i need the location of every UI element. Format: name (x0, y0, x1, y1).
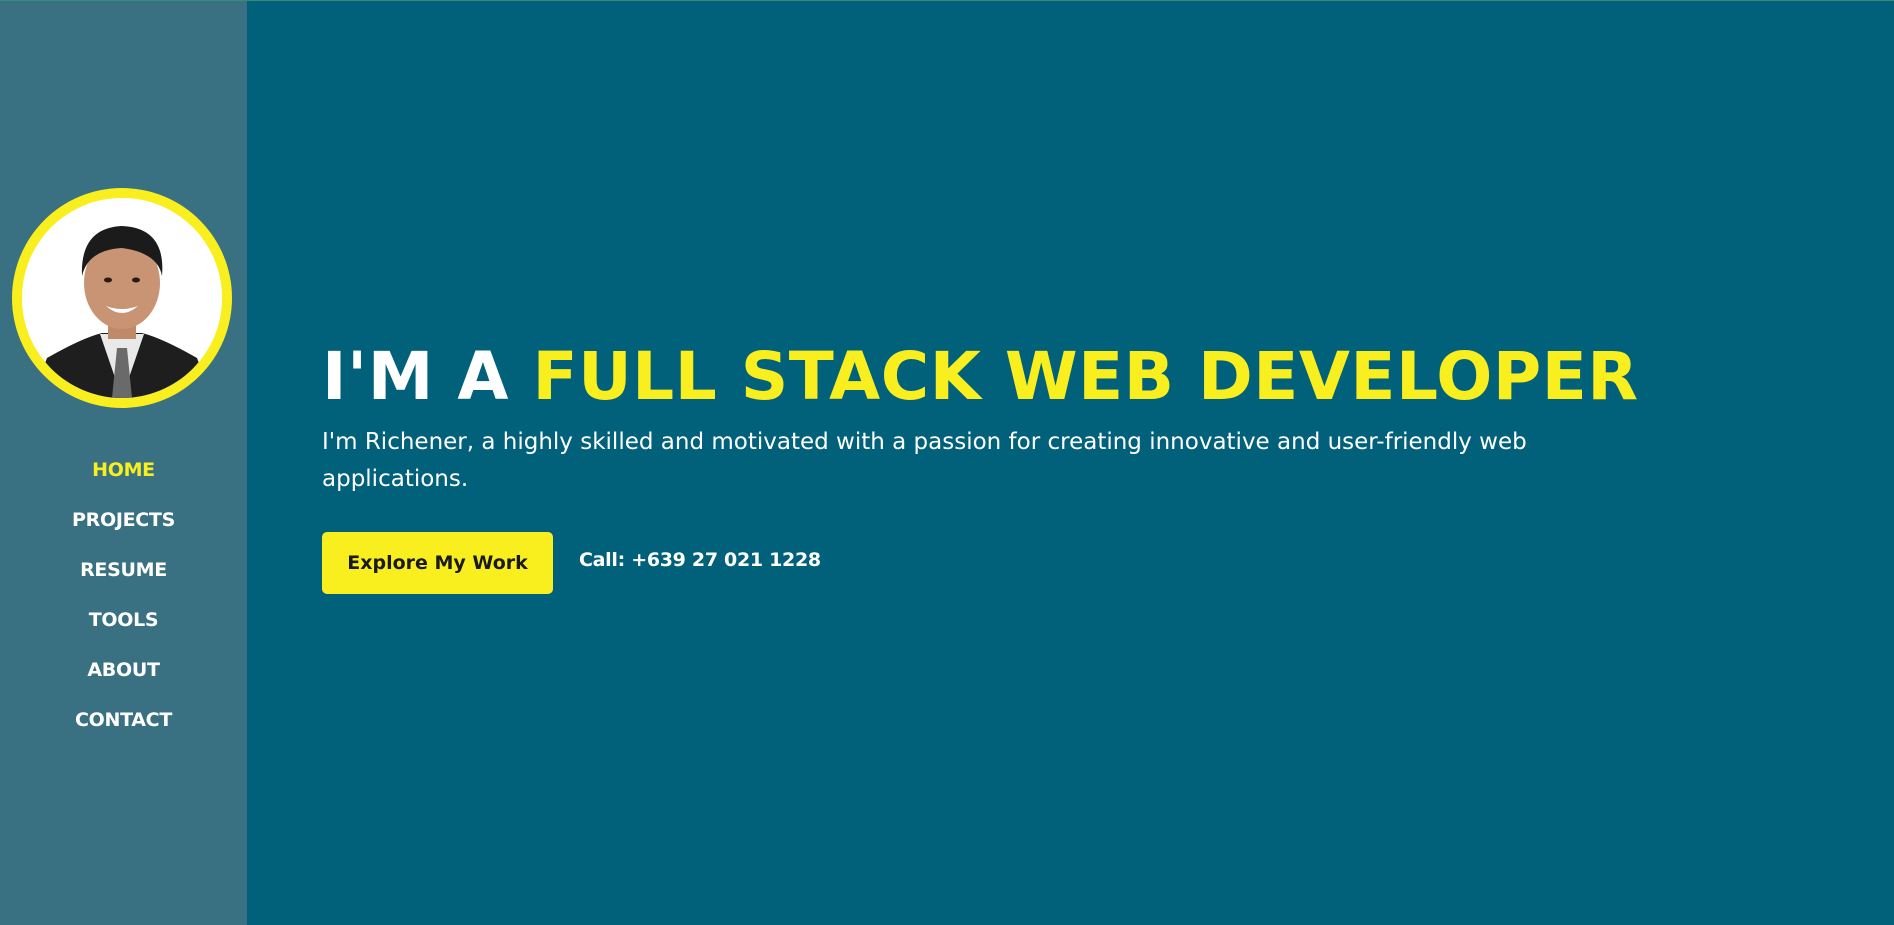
hero-section: I'M A FULL STACK WEB DEVELOPER I'm Riche… (322, 336, 1638, 594)
profile-photo-icon (22, 198, 222, 398)
nav-link-home[interactable]: HOME (92, 459, 155, 481)
headline-prefix: I'M A (322, 338, 533, 415)
nav-item-contact: CONTACT (0, 704, 247, 754)
sidebar: HOME PROJECTS RESUME TOOLS ABOUT CONTACT (0, 1, 247, 925)
avatar-ring (12, 188, 232, 408)
nav-link-projects[interactable]: PROJECTS (72, 509, 175, 531)
nav-link-contact[interactable]: CONTACT (75, 709, 172, 731)
nav-item-projects: PROJECTS (0, 504, 247, 554)
portfolio-page: HOME PROJECTS RESUME TOOLS ABOUT CONTACT… (0, 0, 1894, 925)
cta-row: Explore My Work Call: +639 27 021 1228 (322, 532, 1582, 594)
nav-item-home: HOME (0, 454, 247, 504)
nav-item-about: ABOUT (0, 654, 247, 704)
hero-intro: I'm Richener, a highly skilled and motiv… (322, 429, 1527, 492)
phone-number: Call: +639 27 021 1228 (579, 549, 821, 571)
nav-link-tools[interactable]: TOOLS (89, 609, 159, 631)
nav-item-tools: TOOLS (0, 604, 247, 654)
avatar (22, 198, 222, 398)
nav-link-about[interactable]: ABOUT (87, 659, 160, 681)
hero-headline: I'M A FULL STACK WEB DEVELOPER (322, 336, 1638, 418)
main-nav: HOME PROJECTS RESUME TOOLS ABOUT CONTACT (0, 454, 247, 754)
headline-accent: FULL STACK WEB DEVELOPER (532, 338, 1639, 415)
nav-item-resume: RESUME (0, 554, 247, 604)
nav-link-resume[interactable]: RESUME (80, 559, 167, 581)
explore-work-button[interactable]: Explore My Work (322, 532, 553, 594)
